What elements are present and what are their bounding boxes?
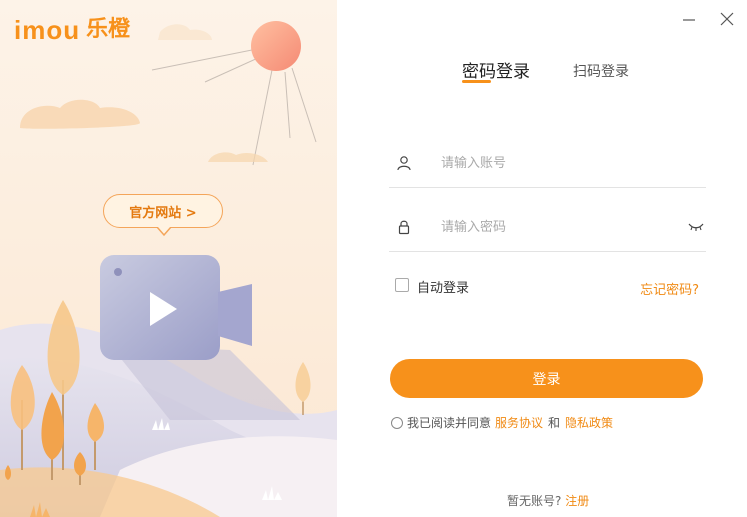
illustration-panel: imou 乐橙 官方网站 >: [0, 0, 337, 517]
minimize-icon: [683, 19, 695, 21]
auto-login-label: 自动登录: [417, 281, 470, 296]
register-prompt: 暂无账号?: [507, 494, 562, 508]
password-input[interactable]: [441, 217, 671, 237]
lock-icon: [398, 220, 410, 235]
illustration-scene: [0, 0, 337, 517]
bubble-tail: [156, 227, 172, 237]
close-icon: [720, 12, 734, 26]
user-icon: [397, 156, 411, 171]
official-site-label: 官方网站 >: [129, 205, 197, 221]
tab-qr-login[interactable]: 扫码登录: [573, 61, 629, 81]
agreement-row: 我已阅读并同意 服务协议 和 隐私政策: [391, 414, 613, 431]
service-agreement-link[interactable]: 服务协议: [495, 414, 543, 431]
active-tab-indicator: [462, 80, 491, 83]
official-site-button[interactable]: 官方网站 >: [103, 194, 223, 228]
brand-logo: imou 乐橙: [14, 17, 130, 43]
brand-logo-cn: 乐橙: [86, 17, 131, 42]
account-field: [389, 153, 706, 188]
tab-password-login[interactable]: 密码登录: [462, 57, 530, 82]
privacy-policy-link[interactable]: 隐私政策: [565, 414, 613, 431]
close-button[interactable]: [718, 10, 736, 28]
minimize-button[interactable]: [680, 10, 698, 28]
login-button[interactable]: 登录: [390, 359, 703, 398]
account-input[interactable]: [441, 153, 671, 173]
eye-closed-icon[interactable]: [688, 220, 704, 232]
auto-login-checkbox[interactable]: [395, 278, 409, 292]
login-button-label: 登录: [532, 371, 561, 388]
agreement-radio[interactable]: [391, 416, 403, 429]
forgot-password-link[interactable]: 忘记密码?: [640, 279, 699, 298]
agreement-prefix: 我已阅读并同意: [407, 416, 492, 430]
agreement-conjunction: 和: [548, 416, 561, 430]
login-panel: 密码登录 扫码登录 自动登录 忘记密码? 登录 我已阅读并同意 服务协议 和 隐…: [337, 0, 747, 517]
brand-logo-en: imou: [14, 15, 81, 45]
register-link[interactable]: 注册: [565, 494, 589, 508]
register-row: 暂无账号? 注册: [507, 492, 589, 509]
password-field: [389, 217, 706, 252]
sun: [251, 21, 301, 71]
